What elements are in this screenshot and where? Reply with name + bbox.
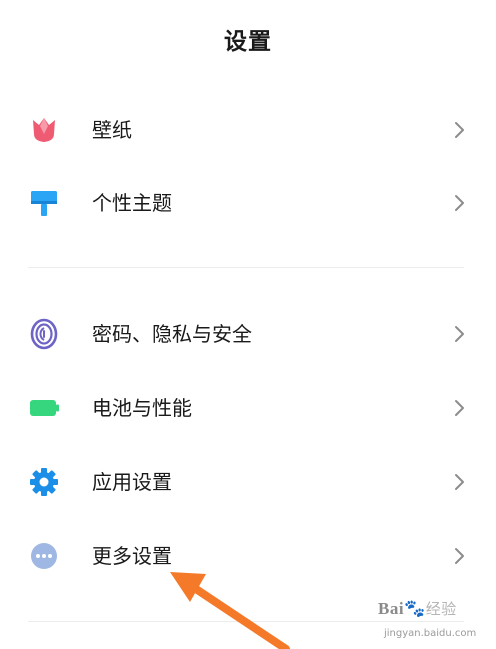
paw-icon: 🐾 <box>404 599 426 618</box>
annotation-arrow <box>170 572 290 649</box>
baidu-jingyan-watermark: Bai🐾经验 jingyan.baidu.com <box>376 594 496 649</box>
watermark-brand: Bai <box>378 599 405 618</box>
watermark-brand-cn: 经验 <box>425 602 457 618</box>
watermark-url: jingyan.baidu.com <box>384 628 477 639</box>
